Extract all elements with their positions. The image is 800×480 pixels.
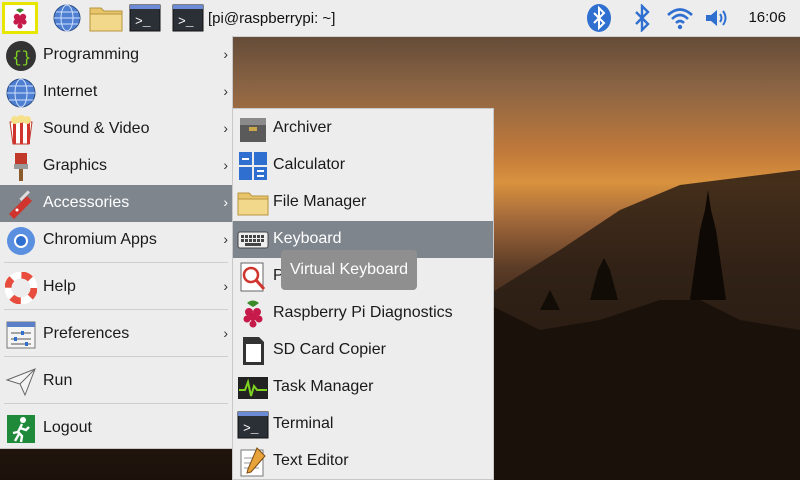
menu-item-label: Graphics — [43, 157, 108, 174]
menu-item-run[interactable]: Run — [0, 363, 232, 400]
applications-menu-button[interactable] — [2, 2, 38, 34]
menu-item-label: Logout — [43, 419, 92, 436]
menu-item-label: Help — [43, 278, 76, 295]
chromium-icon — [7, 227, 35, 255]
menu-item-label: Accessories — [43, 194, 130, 211]
submenu-item-task-manager[interactable]: Task Manager — [233, 369, 493, 406]
chevron-right-icon: › — [223, 231, 228, 247]
bluetooth-status[interactable] — [585, 2, 613, 34]
menu-item-chromium-apps[interactable]: Chromium Apps › — [0, 222, 232, 259]
svg-text:>_: >_ — [243, 421, 259, 436]
volume-icon — [706, 10, 727, 26]
menu-item-internet[interactable]: Internet › — [0, 74, 232, 111]
sound-video-icon — [9, 115, 33, 145]
submenu-item-calculator[interactable]: Calculator — [233, 147, 493, 184]
menu-item-preferences[interactable]: Preferences › — [0, 316, 232, 353]
svg-text:>_: >_ — [178, 14, 194, 29]
volume-control[interactable] — [702, 2, 732, 34]
submenu-item-label: Keyboard — [273, 230, 342, 247]
bluetooth-toggle[interactable] — [628, 2, 656, 34]
submenu-item-label: Archiver — [273, 119, 332, 136]
menu-item-label: Run — [43, 372, 73, 389]
menu-item-logout[interactable]: Logout — [0, 410, 232, 447]
menu-item-accessories[interactable]: Accessories › — [0, 185, 232, 222]
applications-menu: {} Programming › Internet › Sound & Vide… — [0, 36, 233, 449]
accessories-submenu: Archiver Calculator File Manager Keyboar… — [232, 108, 494, 480]
terminal-icon: >_ — [172, 4, 204, 32]
submenu-item-raspberry-pi-diagnostics[interactable]: Raspberry Pi Diagnostics — [233, 295, 493, 332]
terminal-icon: >_ — [237, 411, 269, 439]
submenu-item-label: Calculator — [273, 156, 346, 173]
chevron-right-icon: › — [223, 325, 228, 341]
bluetooth-icon — [587, 4, 611, 32]
svg-text:{}: {} — [12, 49, 31, 67]
run-icon — [5, 368, 36, 397]
menu-item-label: Preferences — [43, 325, 130, 342]
menu-separator — [4, 356, 228, 357]
raspberry-icon — [243, 300, 263, 328]
submenu-item-sd-card-copier[interactable]: SD Card Copier — [233, 332, 493, 369]
submenu-item-label: SD Card Copier — [273, 341, 386, 358]
programming-icon: {} — [6, 41, 36, 71]
keyboard-icon — [237, 231, 269, 249]
menu-separator — [4, 262, 228, 263]
submenu-item-file-manager[interactable]: File Manager — [233, 184, 493, 221]
terminal-launcher[interactable]: >_ — [128, 2, 162, 34]
raspberry-icon — [13, 8, 27, 29]
bluetooth-icon — [635, 4, 650, 32]
submenu-item-text-editor[interactable]: Text Editor — [233, 443, 493, 480]
menu-item-graphics[interactable]: Graphics › — [0, 148, 232, 185]
menu-item-label: Chromium Apps — [43, 231, 157, 248]
accessories-icon — [9, 190, 32, 219]
archiver-icon — [240, 118, 266, 142]
calculator-icon — [239, 152, 267, 180]
pdf-viewer-icon — [240, 262, 266, 292]
submenu-item-label: Task Manager — [273, 378, 374, 395]
submenu-item-label: Text Editor — [273, 452, 349, 469]
chevron-right-icon: › — [223, 120, 228, 136]
logout-icon — [7, 415, 35, 443]
svg-text:>_: >_ — [135, 14, 151, 29]
text-editor-icon — [240, 447, 266, 477]
terminal-icon: >_ — [129, 4, 161, 32]
graphics-icon — [14, 153, 28, 181]
menu-item-programming[interactable]: {} Programming › — [0, 37, 232, 74]
menu-separator — [4, 403, 228, 404]
file-manager-launcher[interactable] — [88, 2, 124, 34]
menu-item-label: Sound & Video — [43, 120, 150, 137]
task-title: [pi@raspberrypi: ~] — [208, 9, 336, 27]
clock[interactable]: 16:06 — [748, 9, 786, 26]
chevron-right-icon: › — [223, 278, 228, 294]
folder-icon — [237, 192, 269, 216]
submenu-item-label: File Manager — [273, 193, 367, 210]
internet-icon — [6, 78, 36, 108]
chevron-right-icon: › — [223, 83, 228, 99]
menu-separator — [4, 309, 228, 310]
submenu-item-label: Raspberry Pi Diagnostics — [273, 304, 453, 321]
submenu-item-label: Terminal — [273, 415, 334, 432]
globe-icon — [53, 4, 81, 32]
taskbar: >_ >_ [pi@raspberrypi: ~] 16:06 — [0, 0, 800, 37]
submenu-item-archiver[interactable]: Archiver — [233, 110, 493, 147]
preferences-icon — [6, 321, 36, 349]
task-manager-icon — [238, 377, 268, 399]
chevron-right-icon: › — [223, 157, 228, 173]
wifi-icon — [667, 8, 693, 30]
menu-item-label: Internet — [43, 83, 98, 100]
chevron-right-icon: › — [223, 194, 228, 210]
terminal-task-button[interactable]: >_ [pi@raspberrypi: ~] — [172, 2, 350, 34]
menu-item-sound-video[interactable]: Sound & Video › — [0, 111, 232, 148]
chevron-right-icon: › — [223, 46, 228, 62]
tooltip: Virtual Keyboard — [281, 250, 417, 290]
sd-card-icon — [243, 337, 264, 365]
browser-launcher[interactable] — [50, 2, 84, 34]
wifi-status[interactable] — [665, 2, 695, 34]
menu-item-help[interactable]: Help › — [0, 269, 232, 306]
menu-item-label: Programming — [43, 46, 140, 63]
help-icon — [5, 272, 37, 304]
folder-icon — [89, 7, 123, 32]
submenu-item-terminal[interactable]: >_ Terminal — [233, 406, 493, 443]
